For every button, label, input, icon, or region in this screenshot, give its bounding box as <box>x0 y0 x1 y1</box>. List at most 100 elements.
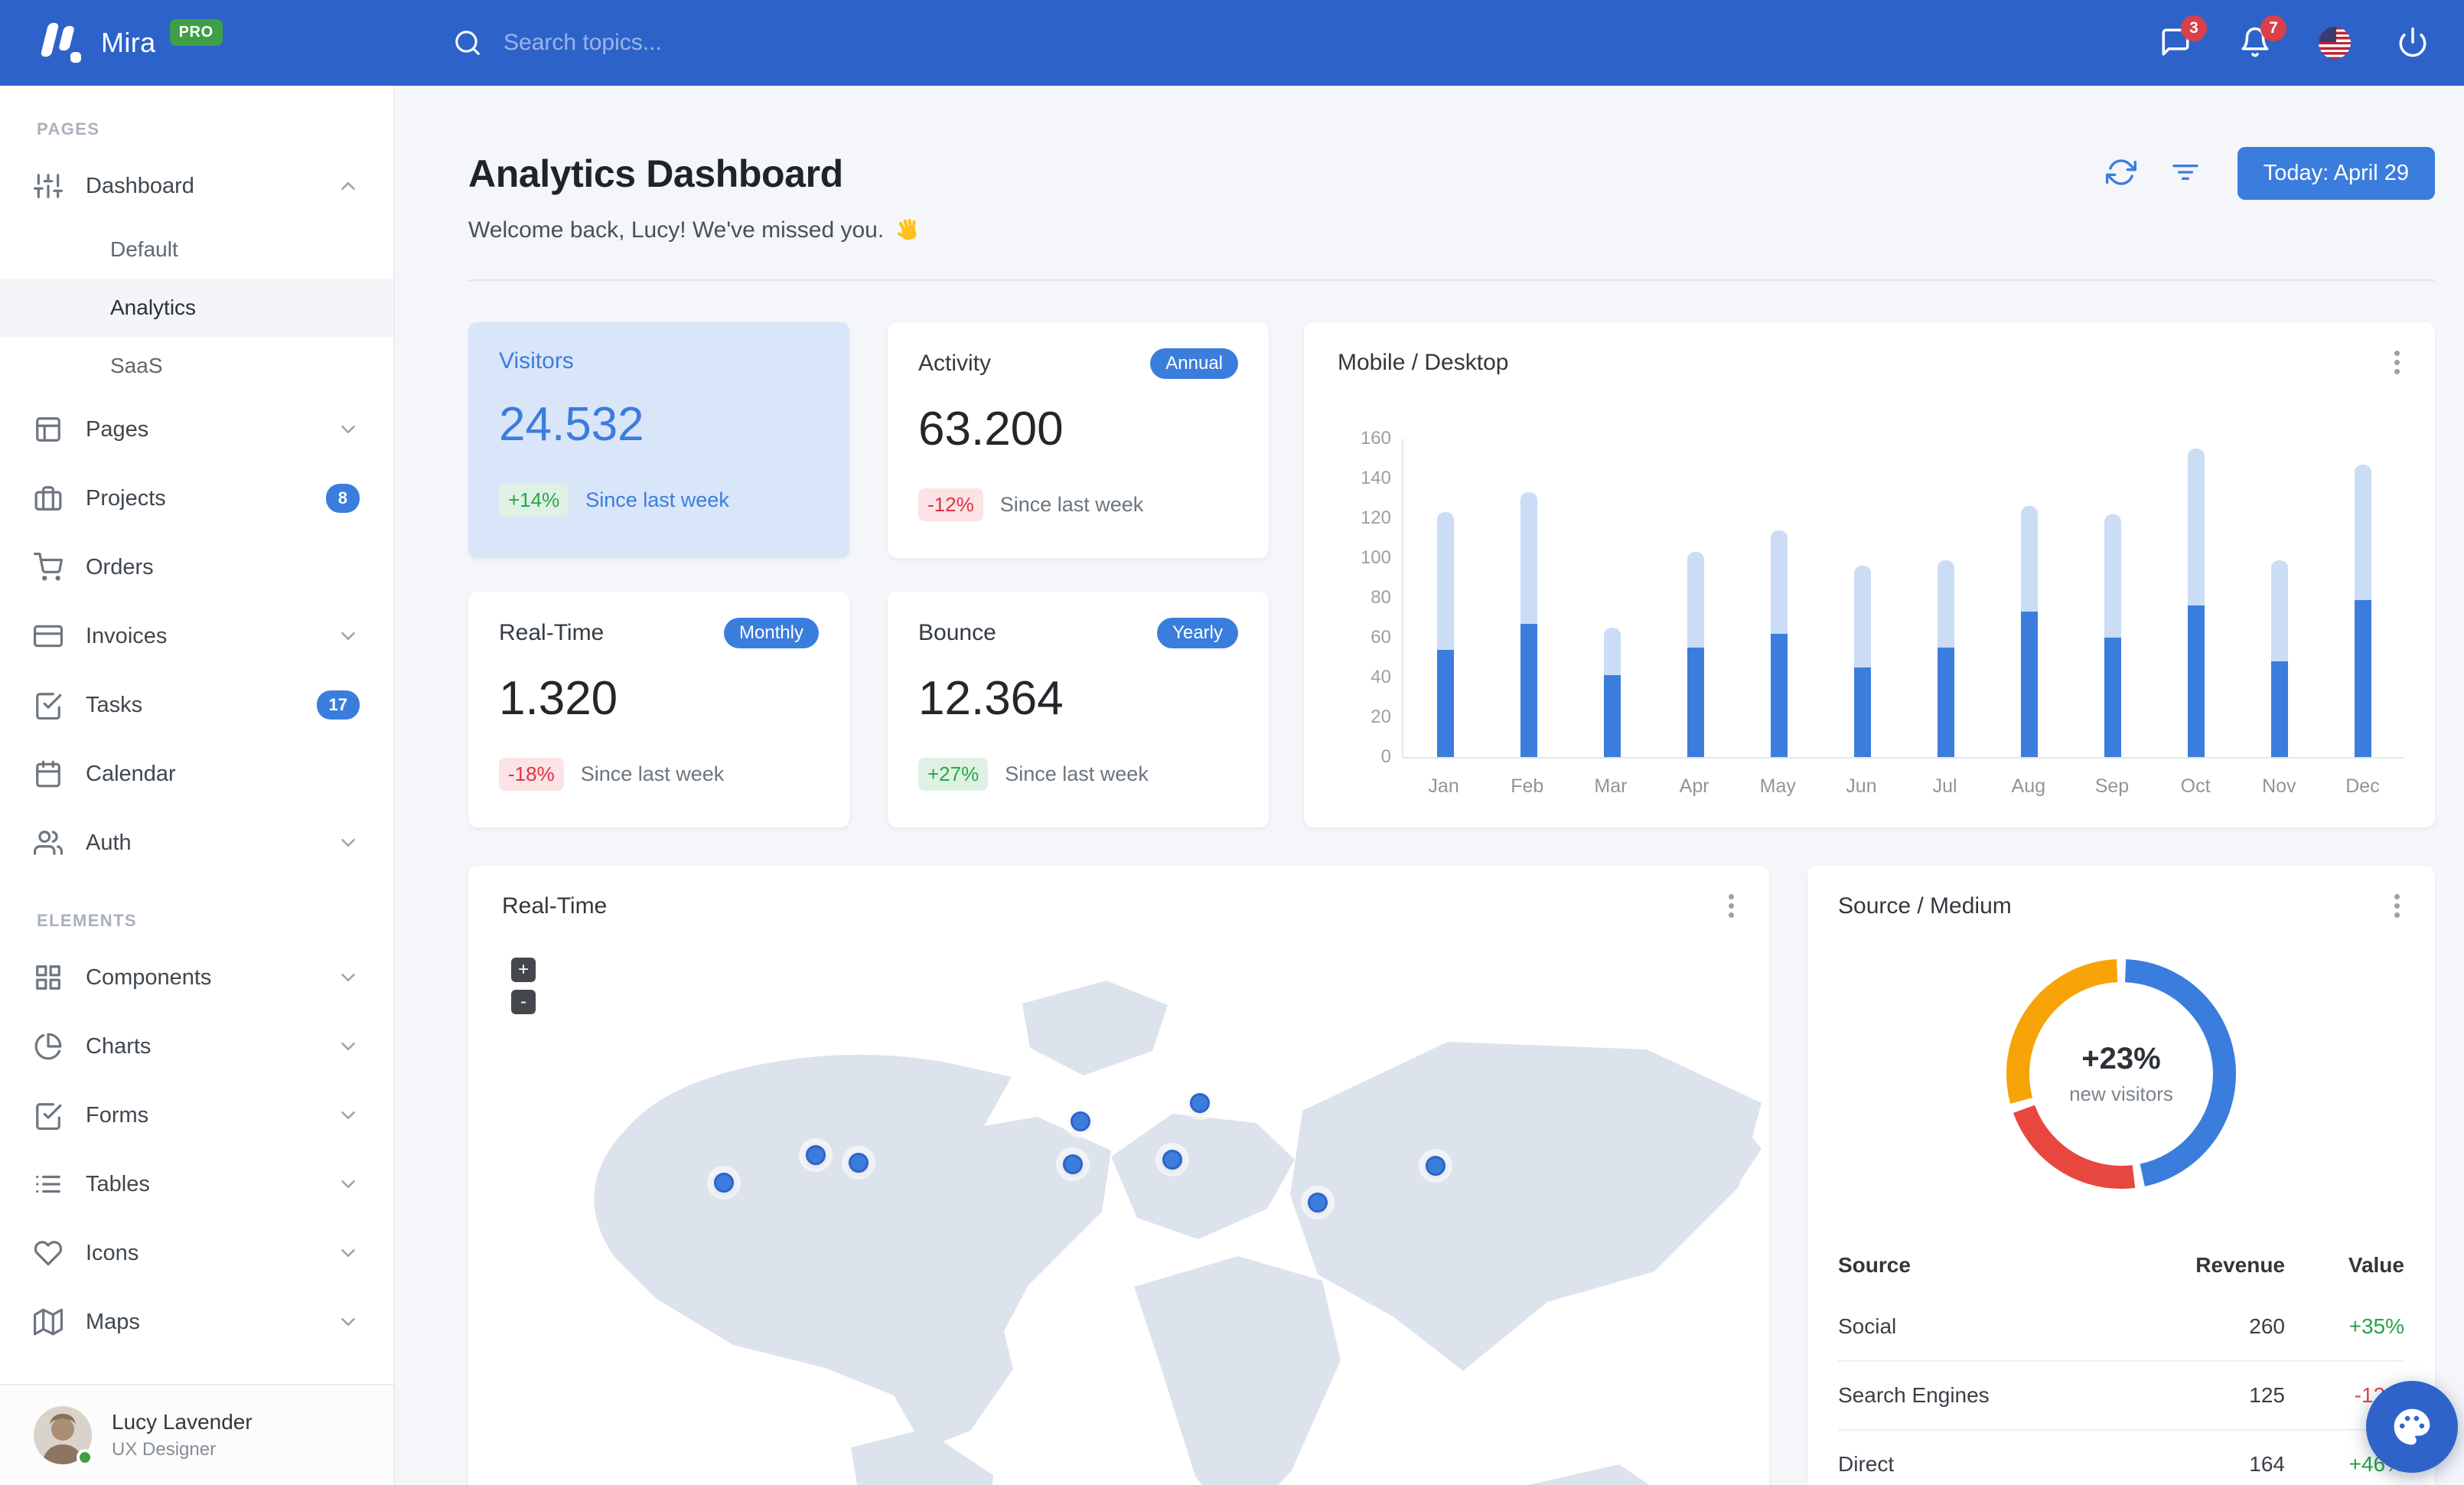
sidebar-item-label: Calendar <box>86 761 176 786</box>
map-marker[interactable] <box>1063 1154 1083 1174</box>
theme-settings-fab[interactable] <box>2366 1381 2458 1473</box>
bar-column-may[interactable] <box>1737 439 1820 757</box>
table-row-social[interactable]: Social 260 +35% <box>1838 1293 2404 1361</box>
sidebar-section-pages: PAGES <box>37 119 100 139</box>
sidebar-subitem-default[interactable]: Default <box>0 220 393 279</box>
chevron-down-icon <box>337 966 360 989</box>
bar-column-mar[interactable] <box>1570 439 1654 757</box>
online-status-dot <box>77 1449 93 1466</box>
refresh-button[interactable] <box>2105 157 2140 191</box>
search-icon <box>455 31 480 55</box>
donut-center-value: +23% <box>2081 1042 2161 1075</box>
bar-column-oct[interactable] <box>2154 439 2237 757</box>
bar-column-aug[interactable] <box>1987 439 2071 757</box>
sidebar-item-tasks[interactable]: Tasks 17 <box>0 671 393 739</box>
sidebar-item-label: Auth <box>86 830 132 855</box>
sidebar-item-invoices[interactable]: Invoices <box>0 602 393 671</box>
stat-period-badge[interactable]: Annual <box>1150 348 1238 379</box>
bar-column-jan[interactable] <box>1403 439 1487 757</box>
card-menu-button[interactable] <box>1717 890 1745 921</box>
bar-column-nov[interactable] <box>2237 439 2321 757</box>
sidebar-item-label: Charts <box>86 1033 152 1059</box>
sidebar-item-icons[interactable]: Icons <box>0 1219 393 1288</box>
sidebar-item-auth[interactable]: Auth <box>0 808 393 877</box>
bar-mobile-segment <box>2354 599 2371 757</box>
world-map[interactable] <box>468 942 1769 1485</box>
map-zoom-controls: + - <box>511 958 536 1014</box>
sidebar-item-label: Invoices <box>86 623 168 648</box>
sidebar-subitem-analytics[interactable]: Analytics <box>0 279 393 337</box>
map-marker[interactable] <box>1071 1111 1090 1131</box>
bar-column-dec[interactable] <box>2321 439 2404 757</box>
map-marker[interactable] <box>1190 1093 1210 1113</box>
pie-chart-icon <box>34 1032 63 1061</box>
sidebar-item-projects[interactable]: Projects 8 <box>0 464 393 533</box>
search-input[interactable] <box>504 30 840 56</box>
sidebar-item-tables[interactable]: Tables <box>0 1150 393 1219</box>
map-zoom-out-button[interactable]: - <box>511 990 536 1014</box>
map-marker[interactable] <box>714 1173 734 1193</box>
bar-desktop-segment <box>1853 566 1871 667</box>
sign-out-button[interactable] <box>2397 26 2430 60</box>
sidebar: PAGES Dashboard Default Analytics SaaS P… <box>0 86 395 1485</box>
map-marker[interactable] <box>1426 1156 1445 1176</box>
bar-column-sep[interactable] <box>2071 439 2154 757</box>
map-marker[interactable] <box>1308 1193 1328 1212</box>
sidebar-item-maps[interactable]: Maps <box>0 1288 393 1356</box>
messages-button[interactable]: 3 <box>2159 15 2207 60</box>
map-marker[interactable] <box>1162 1150 1182 1170</box>
x-tick-label: Aug <box>2011 775 2046 797</box>
sidebar-item-dashboard[interactable]: Dashboard <box>0 152 393 220</box>
source-table: Source Revenue Value Social 260 +35% Sea… <box>1838 1238 2404 1485</box>
grid-icon <box>34 963 63 992</box>
analytics-dashboard-app: Mira PRO 3 7 PAGES Dashboard <box>0 0 2464 1485</box>
stat-title: Real-Time <box>499 620 605 645</box>
card-menu-button[interactable] <box>2383 890 2410 921</box>
briefcase-icon <box>34 484 63 513</box>
sidebar-item-label: Tables <box>86 1171 150 1196</box>
cell-revenue: 125 <box>2117 1360 2285 1430</box>
sidebar-item-calendar[interactable]: Calendar <box>0 739 393 808</box>
cell-source: Direct <box>1838 1429 2117 1485</box>
map-marker[interactable] <box>806 1145 826 1165</box>
messages-count-badge: 3 <box>2181 15 2207 41</box>
sidebar-user[interactable]: Lucy Lavender UX Designer <box>0 1384 393 1485</box>
y-tick-label: 100 <box>1360 547 1391 568</box>
y-tick-label: 140 <box>1360 468 1391 488</box>
notifications-button[interactable]: 7 <box>2239 15 2286 60</box>
sidebar-item-pages[interactable]: Pages <box>0 395 393 464</box>
bar-column-feb[interactable] <box>1487 439 1570 757</box>
filter-button[interactable] <box>2170 157 2204 191</box>
stat-value: 1.320 <box>499 672 618 725</box>
page-header: Analytics Dashboard Today: April 29 <box>468 147 2435 200</box>
brand[interactable]: Mira PRO <box>0 18 395 63</box>
today-date-button[interactable]: Today: April 29 <box>2237 147 2435 200</box>
sidebar-item-orders[interactable]: Orders <box>0 533 393 602</box>
stat-caption: Since last week <box>999 493 1144 516</box>
col-header-revenue: Revenue <box>2195 1253 2285 1277</box>
sidebar-item-charts[interactable]: Charts <box>0 1012 393 1081</box>
stat-title: Bounce <box>918 620 996 645</box>
bar-desktop-segment <box>1687 552 1704 648</box>
table-row-direct[interactable]: Direct 164 +46% <box>1838 1429 2404 1485</box>
map-marker[interactable] <box>849 1153 869 1173</box>
top-navbar: Mira PRO 3 7 <box>0 0 2464 86</box>
table-row-search-engines[interactable]: Search Engines 125 -12% <box>1838 1360 2404 1430</box>
sidebar-item-forms[interactable]: Forms <box>0 1081 393 1150</box>
notifications-count-badge: 7 <box>2260 15 2286 41</box>
language-flag-us-button[interactable] <box>2319 27 2351 59</box>
sidebar-item-label: Maps <box>86 1309 140 1334</box>
sidebar-item-components[interactable]: Components <box>0 943 393 1012</box>
card-menu-button[interactable] <box>2383 347 2410 377</box>
stat-period-badge[interactable]: Yearly <box>1157 618 1238 648</box>
bar-column-jul[interactable] <box>1904 439 1987 757</box>
sidebar-item-label: Tasks <box>86 692 143 717</box>
bar-column-apr[interactable] <box>1654 439 1737 757</box>
mira-logo-icon <box>40 23 86 63</box>
sidebar-item-label: Components <box>86 964 212 990</box>
map-zoom-in-button[interactable]: + <box>511 958 536 982</box>
bar-column-jun[interactable] <box>1820 439 1904 757</box>
x-tick-label: Sep <box>2094 775 2130 797</box>
stat-period-badge[interactable]: Monthly <box>723 618 819 648</box>
sidebar-subitem-saas[interactable]: SaaS <box>0 337 393 395</box>
